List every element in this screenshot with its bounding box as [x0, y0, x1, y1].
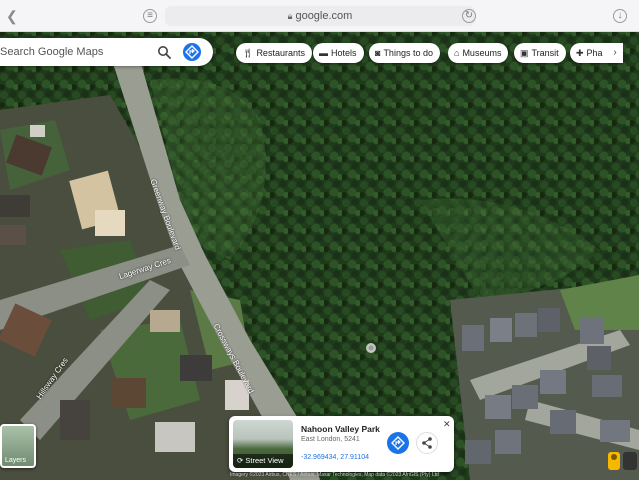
- search-box: [0, 38, 213, 66]
- chip-label: Hotels: [331, 48, 357, 58]
- downloads-icon[interactable]: ↓: [613, 9, 627, 23]
- restaurant-icon: 🍴︎: [242, 48, 254, 58]
- directions-icon[interactable]: [183, 43, 201, 61]
- place-coordinates[interactable]: -32.969434, 27.91104: [301, 454, 369, 461]
- address-bar[interactable]: 🔒︎ google.com: [165, 6, 475, 26]
- directions-button[interactable]: [387, 432, 409, 454]
- street-view-label: Street View: [245, 456, 284, 465]
- category-chip-museums[interactable]: ⌂ Museums: [448, 43, 509, 63]
- street-view-thumbnail[interactable]: ⟳ Street View: [233, 420, 293, 468]
- chevron-right-icon[interactable]: ›: [608, 43, 622, 63]
- chip-label: Museums: [462, 48, 502, 58]
- share-button[interactable]: [416, 432, 438, 454]
- camera-icon: ◙: [375, 48, 381, 58]
- category-chip-transit[interactable]: ▣ Transit: [514, 43, 566, 63]
- place-name[interactable]: Nahoon Valley Park: [301, 424, 380, 434]
- close-icon[interactable]: ✕: [443, 419, 451, 430]
- search-icon[interactable]: [157, 45, 171, 59]
- category-chip-things-to-do[interactable]: ◙ Things to do: [369, 43, 440, 63]
- layers-button[interactable]: Layers: [0, 424, 36, 468]
- chip-label: Things to do: [383, 48, 433, 58]
- url-text: google.com: [295, 10, 353, 22]
- chip-label: Pha: [586, 48, 603, 58]
- reader-mode-icon[interactable]: ≡: [143, 9, 157, 23]
- lock-icon: 🔒︎: [287, 11, 293, 21]
- category-chip-hotels[interactable]: ▬ Hotels: [313, 43, 364, 63]
- map-controls-button[interactable]: [623, 452, 637, 470]
- satellite-map[interactable]: Lagerway Cres Hillsway Cres Crossways Bo…: [0, 32, 639, 480]
- share-icon: [422, 437, 432, 449]
- satellite-imagery: [0, 32, 639, 480]
- pegman-head: [611, 454, 617, 460]
- map-attribution: Imagery ©2023 Airbus, CNES / Airbus, Max…: [230, 472, 439, 478]
- transit-icon: ▣: [520, 48, 529, 58]
- chip-label: Restaurants: [256, 48, 305, 58]
- chip-label: Transit: [531, 48, 559, 58]
- place-address: East London, 5241: [301, 436, 360, 443]
- pharmacy-icon: ✚: [576, 48, 584, 58]
- back-chevron-icon[interactable]: ❮: [6, 8, 18, 25]
- layers-label: Layers: [5, 457, 27, 464]
- museum-icon: ⌂: [454, 48, 460, 58]
- place-card[interactable]: ⟳ Street View Nahoon Valley Park East Lo…: [229, 416, 454, 472]
- street-view-label-bar: ⟳ Street View: [233, 454, 293, 468]
- browser-toolbar: ❮ ≡ 🔒︎ google.com ↻ ↓: [0, 0, 639, 32]
- pegman-icon[interactable]: [608, 452, 620, 470]
- directions-icon: [391, 436, 405, 450]
- category-chip-restaurants[interactable]: 🍴︎ Restaurants: [236, 43, 312, 63]
- reload-icon[interactable]: ↻: [462, 9, 476, 23]
- search-input[interactable]: [0, 38, 150, 66]
- hotel-icon: ▬: [319, 48, 328, 58]
